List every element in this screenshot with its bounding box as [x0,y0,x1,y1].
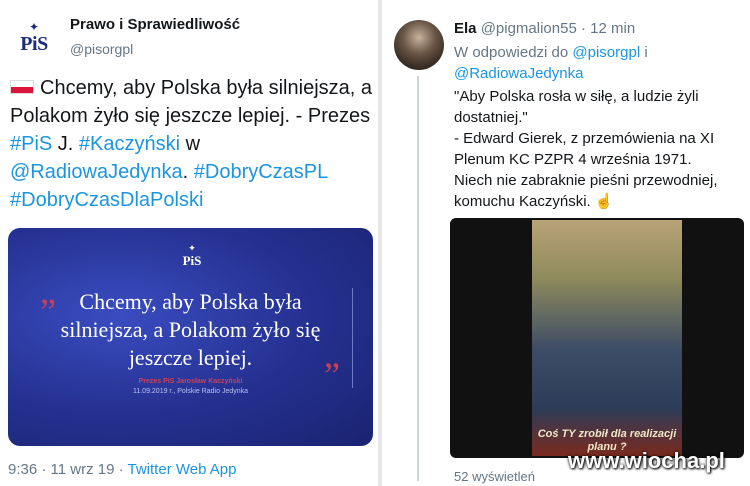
avatar-logo-text: PiS [20,32,48,55]
tweet-footer: 9:36 · 11 wrz 19 · Twitter Web App [8,461,236,478]
tweet-text: Chcemy, aby Polska była silniejsza, a Po… [10,74,372,214]
mention-radiowajedynka[interactable]: @RadiowaJedynka [10,161,183,183]
reply-and: i [640,44,648,61]
view-count: 52 wyświetleń [454,469,535,484]
site-watermark: www.wiocha.pl [568,448,725,473]
author-name[interactable]: Prawo i Sprawiedliwość [70,16,240,33]
poland-flag-icon [10,79,34,94]
author-handle[interactable]: @pisorgpl [70,41,133,57]
eagle-icon: ✦ [188,243,196,253]
tweet-text-part3: w [180,133,201,155]
thread-line [417,76,419,481]
hashtag-pis[interactable]: #PiS [10,133,52,155]
reply-mention-pisorgpl[interactable]: @pisorgpl [572,44,640,61]
reply-author-line: Ela @pigmalion55 · 12 min [454,20,635,37]
hashtag-dobryczaspl[interactable]: #DobryCzasPL [194,161,328,183]
hashtag-kaczynski[interactable]: #Kaczyński [79,133,180,155]
reply-mention-radiowajedynka[interactable]: @RadiowaJedynka [454,65,583,82]
hashtag-dobryczasdlapolski[interactable]: #DobryCzasDlaPolski [10,189,203,211]
card-quote: Chcemy, aby Polska była silniejsza, a Po… [60,289,321,370]
quote-image-card[interactable]: ✦ PiS „ Chcemy, aby Polska była silniejs… [8,228,373,446]
card-author: Prezes PiS Jarosław Kaczyński [138,378,243,385]
tweet-text-part4: . [182,161,194,183]
card-logo-text: PiS [182,253,202,268]
right-tweet-panel: Ela @pigmalion55 · 12 min W odpowiedzi d… [382,0,750,486]
replying-to: W odpowiedzi do @pisorgpl i @RadiowaJedy… [454,42,744,84]
eagle-icon: ✦ [28,19,40,34]
reply-author-meta[interactable]: @pigmalion55 · 12 min [481,20,635,37]
card-logo: ✦ PiS [174,244,210,269]
reply-author-name[interactable]: Ela [454,20,477,37]
pis-avatar[interactable]: ✦ PiS [12,16,56,60]
reply-prefix: W odpowiedzi do [454,44,573,61]
tweet-timestamp[interactable]: 9:36 · 11 wrz 19 · [8,461,128,478]
tweet-source-app[interactable]: Twitter Web App [128,461,237,478]
card-date: 11.09.2019 r., Polskie Radio Jedynka [132,388,249,395]
reply-media[interactable]: Coś TY zrobił dla realizacji planu ? [450,218,744,458]
card-decoration [352,288,361,388]
reply-text: "Aby Polska rosła w siłę, a ludzie żyli … [454,88,718,210]
avatar[interactable] [394,20,444,70]
tweet-text-part1: Chcemy, aby Polska była silniejsza, a Po… [10,77,372,127]
propaganda-poster-image: Coś TY zrobił dla realizacji planu ? [532,220,682,456]
left-tweet-panel: ✦ PiS Prawo i Sprawiedliwość @pisorgpl C… [0,0,378,486]
tweet-text-part2: J. [52,133,79,155]
